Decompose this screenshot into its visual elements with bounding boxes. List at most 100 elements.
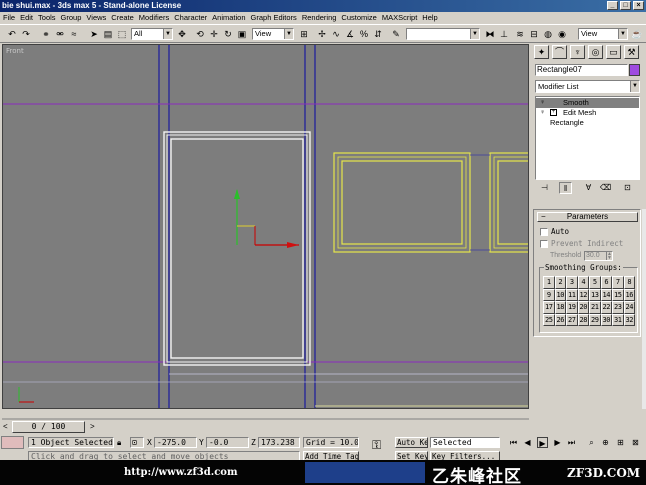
smoothing-group-12[interactable]: 12 (577, 288, 589, 301)
create-tab-icon[interactable]: ✦ (534, 45, 549, 59)
zoom-extents-icon[interactable]: ⊞ (615, 437, 626, 448)
menu-customize[interactable]: Customize (341, 12, 376, 23)
display-tab-icon[interactable]: ▭ (606, 45, 621, 59)
render-type-dropdown[interactable]: View ▼ (578, 28, 628, 40)
smoothing-group-27[interactable]: 27 (566, 313, 578, 326)
smoothing-group-3[interactable]: 3 (566, 276, 578, 289)
close-button[interactable]: × (633, 1, 644, 10)
zoom-icon[interactable]: ⌕ (586, 437, 597, 448)
smoothing-group-21[interactable]: 21 (589, 301, 601, 314)
menu-character[interactable]: Character (174, 12, 207, 23)
next-frame-icon[interactable]: > (90, 422, 95, 432)
go-to-start-icon[interactable]: ⏮ (508, 437, 519, 448)
smoothing-group-17[interactable]: 17 (543, 301, 555, 314)
object-color-swatch[interactable] (629, 64, 640, 76)
menu-graph-editors[interactable]: Graph Editors (251, 12, 297, 23)
previous-frame-icon[interactable]: ◀ (522, 437, 533, 448)
selection-filter-dropdown[interactable]: All ▼ (131, 28, 173, 40)
selection-region-icon[interactable]: ⬚ (116, 28, 128, 40)
smoothing-group-11[interactable]: 11 (566, 288, 578, 301)
bind-spacewarp-icon[interactable]: ≈ (68, 28, 80, 40)
menu-maxscript[interactable]: MAXScript (382, 12, 417, 23)
smoothing-group-7[interactable]: 7 (612, 276, 624, 289)
hierarchy-tab-icon[interactable]: ♆ (570, 45, 585, 59)
smoothing-group-2[interactable]: 2 (554, 276, 566, 289)
menu-edit[interactable]: Edit (20, 12, 33, 23)
track-bar[interactable] (2, 410, 529, 420)
smoothing-group-20[interactable]: 20 (577, 301, 589, 314)
configure-modifier-sets-icon[interactable]: ⊡ (621, 182, 634, 194)
expand-plus-icon[interactable]: + (550, 109, 557, 116)
smoothing-group-19[interactable]: 19 (566, 301, 578, 314)
select-and-move-active-icon[interactable]: ✛ (208, 28, 220, 40)
smoothing-group-29[interactable]: 29 (589, 313, 601, 326)
smoothing-group-8[interactable]: 8 (623, 276, 635, 289)
smoothing-group-15[interactable]: 15 (612, 288, 624, 301)
lightbulb-icon[interactable]: ♀ (540, 99, 547, 107)
ref-coord-dropdown[interactable]: View ▼ (252, 28, 294, 40)
lock-icon[interactable]: 🔒︎ (117, 437, 121, 448)
maximize-button[interactable]: □ (620, 1, 631, 10)
menu-modifiers[interactable]: Modifiers (139, 12, 169, 23)
minimize-button[interactable]: _ (607, 1, 618, 10)
smoothing-group-25[interactable]: 25 (543, 313, 555, 326)
pin-stack-icon[interactable]: ⊣ (538, 182, 551, 194)
menu-file[interactable]: File (3, 12, 15, 23)
select-and-scale-icon[interactable]: ▣ (236, 28, 248, 40)
prevent-indirect-checkbox[interactable] (540, 240, 548, 248)
y-coordinate-field[interactable]: -0.0 (206, 437, 249, 448)
smoothing-group-26[interactable]: 26 (554, 313, 566, 326)
z-coordinate-field[interactable]: 173.238 (258, 437, 300, 448)
modifier-list-dropdown[interactable]: Modifier List ▼ (535, 80, 640, 93)
menu-rendering[interactable]: Rendering (302, 12, 337, 23)
smoothing-group-10[interactable]: 10 (554, 288, 566, 301)
unlink-icon[interactable]: ⚮ (54, 28, 66, 40)
smoothing-group-24[interactable]: 24 (623, 301, 635, 314)
zoom-extents-all-icon[interactable]: ⊠ (630, 437, 641, 448)
select-link-icon[interactable]: ⚭ (40, 28, 52, 40)
smoothing-group-13[interactable]: 13 (589, 288, 601, 301)
curve-editor-icon[interactable]: ≋ (514, 28, 526, 40)
motion-tab-icon[interactable]: ◎ (588, 45, 603, 59)
smoothing-group-16[interactable]: 16 (623, 288, 635, 301)
smoothing-group-30[interactable]: 30 (600, 313, 612, 326)
next-key-icon[interactable]: ▶ (552, 437, 563, 448)
align-icon[interactable]: ⊥ (498, 28, 510, 40)
play-icon[interactable]: ▶ (537, 437, 548, 448)
auto-checkbox[interactable] (540, 228, 548, 236)
smoothing-group-23[interactable]: 23 (612, 301, 624, 314)
percent-snap-icon[interactable]: % (358, 28, 370, 40)
viewport-label[interactable]: Front (6, 47, 24, 55)
front-viewport[interactable]: Front (2, 44, 529, 409)
select-object-icon[interactable]: ➤ (88, 28, 100, 40)
menu-create[interactable]: Create (111, 12, 134, 23)
utilities-tab-icon[interactable]: ⚒ (624, 45, 639, 59)
remove-modifier-icon[interactable]: ⌫ (599, 182, 612, 194)
redo-icon[interactable]: ↷ (20, 28, 32, 40)
parameters-rollout-header[interactable]: − Parameters (537, 212, 638, 222)
menu-help[interactable]: Help (422, 12, 437, 23)
smoothing-group-9[interactable]: 9 (543, 288, 555, 301)
key-icon[interactable]: ⚿ (372, 439, 381, 451)
select-by-name-icon[interactable]: ▤ (102, 28, 114, 40)
smoothing-group-4[interactable]: 4 (577, 276, 589, 289)
stack-item-edit-mesh[interactable]: ♀ + Edit Mesh (536, 108, 639, 118)
select-manipulate-icon[interactable]: ✢ (316, 28, 328, 40)
command-panel-scrollbar[interactable] (642, 209, 646, 409)
named-selection-dropdown[interactable]: ▼ (406, 28, 480, 40)
menu-group[interactable]: Group (61, 12, 82, 23)
smoothing-group-32[interactable]: 32 (623, 313, 635, 326)
prev-frame-icon[interactable]: < (3, 422, 8, 432)
time-slider-thumb[interactable]: 0 / 100 (12, 421, 85, 433)
smoothing-group-22[interactable]: 22 (600, 301, 612, 314)
time-slider[interactable]: < 0 / 100 > (2, 421, 99, 433)
menu-views[interactable]: Views (86, 12, 106, 23)
lightbulb-icon[interactable]: ♀ (540, 109, 547, 117)
named-selection-icon[interactable]: ✎ (390, 28, 402, 40)
zoom-all-icon[interactable]: ⊕ (600, 437, 611, 448)
schematic-view-icon[interactable]: ⊟ (528, 28, 540, 40)
smoothing-group-14[interactable]: 14 (600, 288, 612, 301)
smoothing-group-6[interactable]: 6 (600, 276, 612, 289)
menu-tools[interactable]: Tools (38, 12, 56, 23)
material-editor-icon[interactable]: ◍ (542, 28, 554, 40)
